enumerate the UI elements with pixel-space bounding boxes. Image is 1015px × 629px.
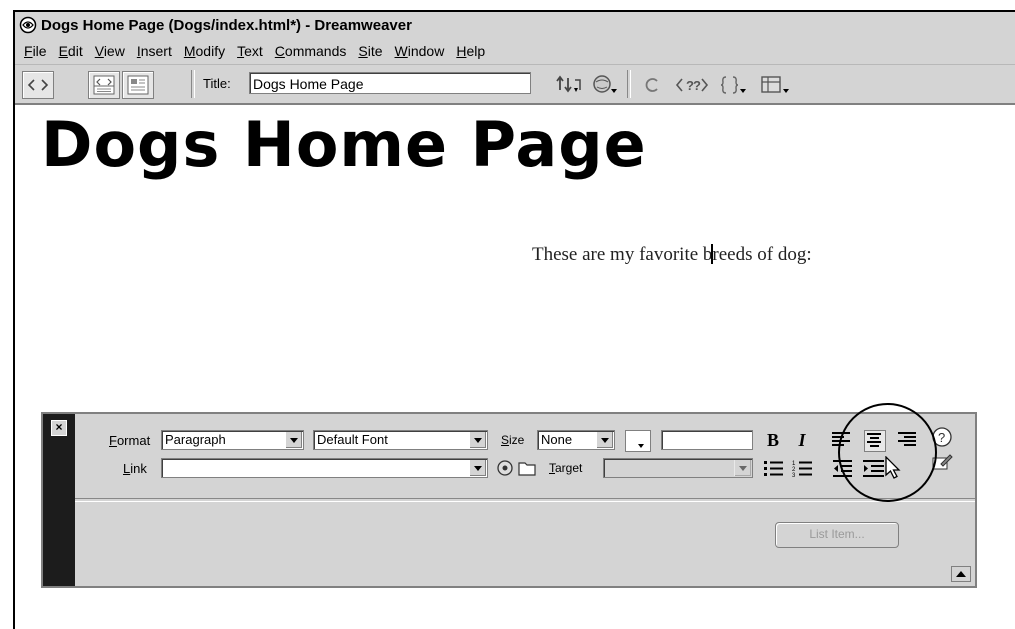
menu-modify[interactable]: Modify [184,43,225,59]
window-title: Dogs Home Page (Dogs/index.html*) - Drea… [41,16,412,34]
svg-text:?: ? [938,430,945,445]
view-options-button[interactable] [759,73,793,97]
menu-help[interactable]: Help [456,43,485,59]
title-label: Title: [203,76,231,91]
code-view-button[interactable] [22,71,54,99]
chevron-down-icon[interactable] [469,432,486,448]
file-management-icon [556,75,581,93]
file-management-button[interactable] [556,73,586,97]
title-bar: Dogs Home Page (Dogs/index.html*) - Drea… [15,12,1015,38]
reference-icon: ?? [675,78,709,93]
color-picker-icon [638,444,644,448]
preview-browser-icon [593,75,617,93]
code-view-icon [27,79,49,91]
menu-edit[interactable]: Edit [59,43,83,59]
help-icon[interactable]: ? [931,426,953,453]
split-view-button[interactable] [88,71,120,99]
code-navigation-icon [720,76,746,94]
quick-tag-editor-icon[interactable] [931,452,953,477]
menu-commands[interactable]: Commands [275,43,347,59]
page-title-input[interactable]: Dogs Home Page [249,72,531,94]
menu-text[interactable]: Text [237,43,263,59]
text-color-input[interactable] [661,430,753,450]
mouse-pointer-icon [885,455,903,485]
svg-text:?: ? [693,78,701,93]
toolbar-separator [191,70,195,98]
target-select[interactable] [603,458,753,478]
bold-button[interactable]: B [763,430,783,450]
refresh-button[interactable] [643,73,661,97]
view-options-icon [761,76,789,93]
chevron-down-icon[interactable] [734,460,751,476]
format-select[interactable]: Paragraph [161,430,304,450]
dreamweaver-icon[interactable] [18,15,38,35]
inspector-divider [75,498,975,502]
chevron-down-icon[interactable] [285,432,302,448]
menu-bar: File Edit View Insert Modify Text Comman… [15,38,1015,65]
target-label: Target [549,461,583,475]
chevron-down-icon[interactable] [596,432,613,448]
refresh-icon [645,78,658,92]
format-value: Paragraph [165,432,226,447]
design-view-icon [127,75,149,95]
close-icon[interactable]: × [51,420,67,436]
format-label-rest: ormat [116,433,151,448]
toolbar-separator [627,70,631,98]
property-inspector: × Format Paragraph Default Font Size Non… [41,412,977,588]
size-value: None [541,432,573,447]
page-heading[interactable]: Dogs Home Page [41,114,647,176]
list-item-button[interactable]: List Item... [775,522,899,548]
ordered-list-icon[interactable]: 123 [792,458,814,483]
align-center-icon[interactable] [864,430,886,452]
format-label: Format [109,433,151,448]
expand-collapse-icon[interactable] [951,566,971,582]
menu-file[interactable]: File [24,43,47,59]
dreamweaver-window: Dogs Home Page (Dogs/index.html*) - Drea… [13,10,1015,629]
menu-insert[interactable]: Insert [137,43,172,59]
link-label: Link [123,461,147,476]
menu-view[interactable]: View [95,43,125,59]
paragraph-text-after: reeds of dog: [712,244,812,265]
size-label: Size [501,433,525,447]
menu-window[interactable]: Window [395,43,445,59]
size-select[interactable]: None [537,430,615,450]
text-color-swatch[interactable] [625,430,651,452]
paragraph-text[interactable]: These are my favorite breeds of dog: [532,244,812,266]
reference-button[interactable]: ?? [675,73,709,97]
chevron-down-icon[interactable] [469,460,486,476]
align-left-icon[interactable] [832,432,850,450]
inspector-grip[interactable]: × [43,414,75,586]
indent-icon[interactable] [862,458,886,483]
folder-icon[interactable] [517,458,537,483]
preview-browser-button[interactable] [591,73,619,97]
code-navigation-button[interactable] [720,73,750,97]
link-input[interactable] [161,458,488,478]
document-toolbar: Title: Dogs Home Page ?? [15,65,1015,105]
italic-button[interactable]: I [792,430,812,450]
font-value: Default Font [317,432,388,447]
outdent-icon[interactable] [832,458,854,483]
paragraph-text-before: These are my favorite b [532,244,713,265]
point-to-file-icon[interactable] [495,458,515,483]
menu-site[interactable]: Site [358,43,382,59]
font-select[interactable]: Default Font [313,430,488,450]
split-view-icon [93,75,115,95]
svg-text:3: 3 [792,473,796,478]
unordered-list-icon[interactable] [763,458,785,483]
design-view-button[interactable] [122,71,154,99]
align-right-icon[interactable] [898,432,916,450]
